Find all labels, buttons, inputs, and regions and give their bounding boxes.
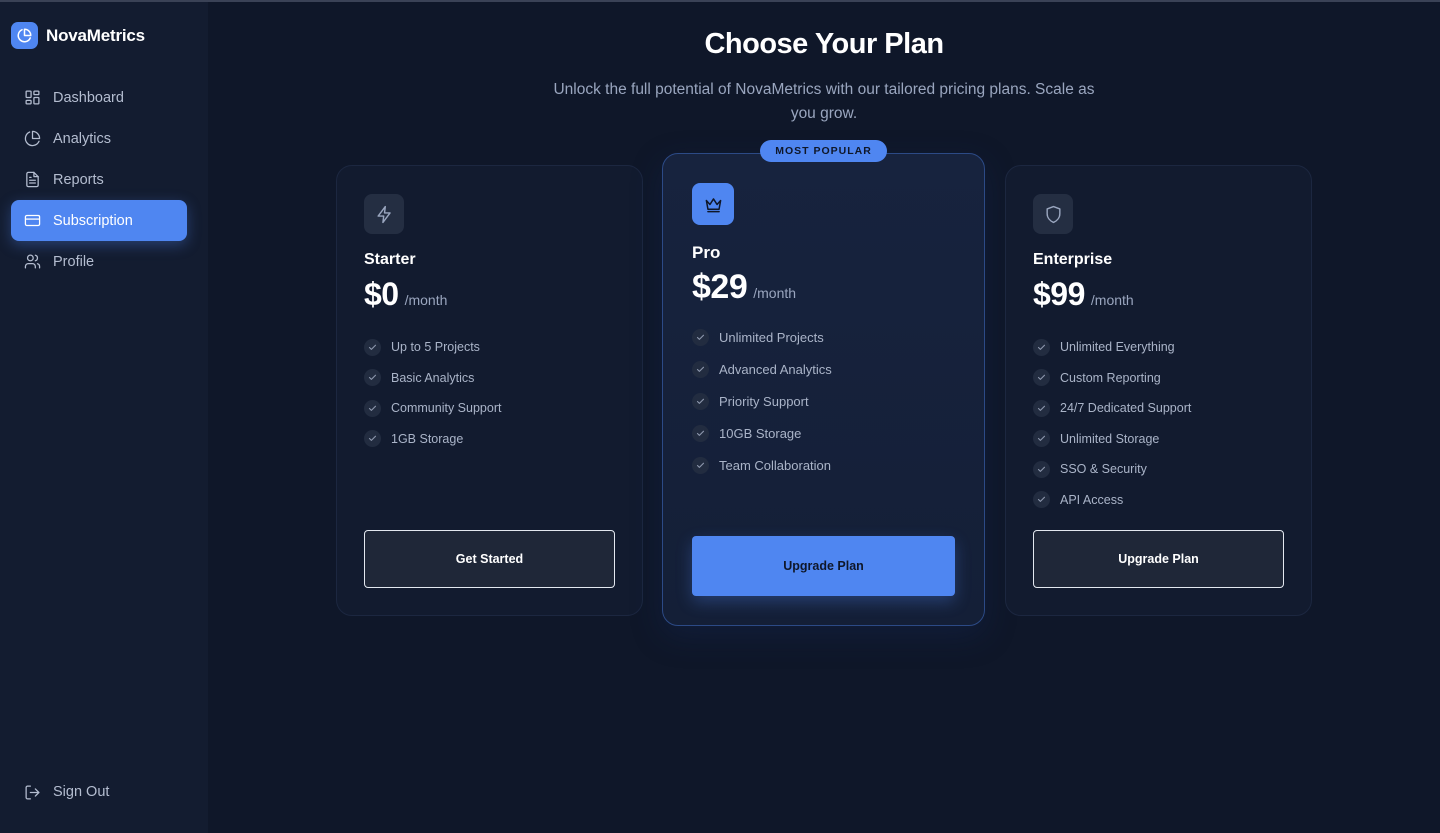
plan-price: $29 /month [692, 268, 796, 307]
check-icon [692, 328, 709, 346]
feature-text: Community Support [391, 401, 502, 416]
lightning-icon [364, 194, 404, 234]
feature-item: Basic Analytics [364, 363, 501, 394]
check-icon [1033, 369, 1050, 387]
plan-price: $0 /month [364, 276, 447, 313]
sidebar-nav: Dashboard Analytics Reports Subscription… [11, 77, 187, 282]
feature-text: Up to 5 Projects [391, 340, 480, 355]
feature-item: Up to 5 Projects [364, 332, 501, 363]
feature-item: Unlimited Everything [1033, 332, 1191, 363]
check-icon [364, 338, 381, 356]
feature-item: 10GB Storage [692, 417, 832, 449]
price-amount: $29 [692, 268, 748, 306]
feature-item: Advanced Analytics [692, 353, 832, 385]
sidebar-item-label: Analytics [53, 130, 112, 147]
users-icon [24, 254, 41, 269]
feature-item: Community Support [364, 393, 501, 424]
check-icon [692, 392, 709, 410]
logout-icon [25, 784, 40, 800]
feature-text: Basic Analytics [391, 370, 475, 385]
feature-text: 1GB Storage [391, 431, 464, 446]
upgrade-enterprise-button[interactable]: Upgrade Plan [1033, 530, 1284, 588]
most-popular-badge: MOST POPULAR [760, 140, 887, 162]
price-amount: $0 [364, 276, 399, 312]
plan-name: Enterprise [1033, 251, 1113, 268]
plan-name: Pro [692, 243, 721, 262]
shield-icon [1033, 194, 1073, 234]
document-icon [26, 171, 39, 188]
brand[interactable]: NovaMetrics [11, 22, 145, 49]
feature-text: Unlimited Projects [719, 329, 824, 345]
feature-item: API Access [1033, 485, 1191, 516]
feature-text: 10GB Storage [719, 425, 802, 441]
feature-text: Priority Support [719, 393, 809, 409]
page-subtitle: Unlock the full potential of NovaMetrics… [553, 81, 1095, 122]
crown-icon [692, 183, 734, 225]
feature-text: Unlimited Storage [1060, 431, 1160, 446]
plan-card-starter: Starter $0 /month Up to 5 Projects Basic… [336, 165, 643, 616]
feature-item: 24/7 Dedicated Support [1033, 393, 1191, 424]
check-icon [1033, 491, 1050, 509]
price-period: /month [1090, 292, 1134, 308]
plan-card-enterprise: Enterprise $99 /month Unlimited Everythi… [1005, 165, 1312, 616]
sidebar-item-analytics[interactable]: Analytics [11, 118, 187, 159]
check-icon [1033, 338, 1050, 356]
brand-name: NovaMetrics [46, 25, 145, 45]
check-icon [364, 369, 381, 387]
price-amount: $99 [1033, 276, 1085, 312]
sidebar: NovaMetrics Dashboard Analytics Reports … [0, 2, 208, 833]
feature-text: Custom Reporting [1060, 370, 1161, 385]
feature-text: Team Collaboration [719, 457, 832, 473]
sidebar-item-profile[interactable]: Profile [11, 241, 187, 282]
feature-text: 24/7 Dedicated Support [1060, 401, 1192, 416]
check-icon [692, 456, 709, 474]
plan-price: $99 /month [1033, 276, 1134, 313]
price-period: /month [404, 292, 448, 308]
sidebar-item-reports[interactable]: Reports [11, 159, 187, 200]
check-icon [1033, 399, 1050, 417]
feature-list: Unlimited Projects Advanced Analytics Pr… [692, 321, 832, 481]
feature-text: API Access [1060, 492, 1124, 507]
plan-name: Starter [364, 251, 416, 268]
check-icon [1033, 430, 1050, 448]
feature-list: Unlimited Everything Custom Reporting 24… [1033, 332, 1191, 515]
sidebar-item-subscription[interactable]: Subscription [11, 200, 187, 241]
page-title: Choose Your Plan [704, 28, 944, 60]
feature-text: SSO & Security [1060, 462, 1147, 477]
plan-card-pro: Pro $29 /month Unlimited Projects Advanc… [662, 153, 985, 626]
sign-out-label: Sign Out [53, 784, 110, 800]
feature-item: Unlimited Projects [692, 321, 832, 353]
price-period: /month [753, 285, 797, 301]
main-content: Choose Your Plan Unlock the full potenti… [208, 2, 1440, 833]
feature-item: SSO & Security [1033, 454, 1191, 485]
check-icon [1033, 460, 1050, 478]
feature-item: 1GB Storage [364, 424, 501, 455]
grid-icon [25, 90, 40, 105]
feature-text: Advanced Analytics [719, 361, 832, 377]
credit-card-icon [24, 214, 41, 227]
feature-text: Unlimited Everything [1060, 340, 1175, 355]
feature-item: Unlimited Storage [1033, 424, 1191, 455]
feature-item: Custom Reporting [1033, 363, 1191, 394]
pie-chart-icon [11, 22, 38, 49]
upgrade-pro-button[interactable]: Upgrade Plan [692, 536, 955, 596]
sign-out-button[interactable]: Sign Out [11, 772, 187, 812]
pie-chart-icon [24, 130, 41, 147]
feature-item: Priority Support [692, 385, 832, 417]
sidebar-item-dashboard[interactable]: Dashboard [11, 77, 187, 118]
sidebar-item-label: Reports [53, 171, 104, 188]
sidebar-item-label: Dashboard [53, 89, 124, 106]
feature-list: Up to 5 Projects Basic Analytics Communi… [364, 332, 501, 454]
feature-item: Team Collaboration [692, 449, 832, 481]
check-icon [692, 424, 709, 442]
check-icon [692, 360, 709, 378]
sidebar-item-label: Subscription [53, 212, 133, 229]
sidebar-item-label: Profile [53, 253, 95, 270]
check-icon [364, 430, 381, 448]
check-icon [364, 399, 381, 417]
get-started-button[interactable]: Get Started [364, 530, 615, 588]
